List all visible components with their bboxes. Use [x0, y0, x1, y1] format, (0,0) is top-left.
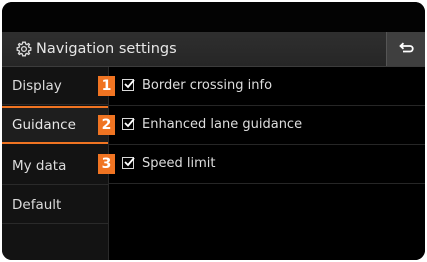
gear-icon: [16, 41, 32, 57]
sidebar-item-my-data[interactable]: My data: [2, 147, 108, 185]
navigation-settings-screen: Navigation settings Display Guidance My …: [2, 2, 425, 260]
sidebar-item-label: My data: [12, 158, 67, 174]
option-border-crossing-info[interactable]: 1 Border crossing info: [98, 67, 425, 106]
sidebar: Display Guidance My data Default: [2, 67, 109, 260]
sidebar-item-default[interactable]: Default: [2, 186, 108, 224]
option-speed-limit[interactable]: 3 Speed limit: [98, 145, 425, 184]
guidance-options-list: 1 Border crossing info 2 Enhanced lane g…: [98, 67, 425, 260]
callout-number-badge: 2: [98, 115, 115, 135]
page-title: Navigation settings: [36, 41, 177, 57]
option-label: Border crossing info: [142, 78, 273, 93]
checkbox[interactable]: [122, 118, 135, 130]
sidebar-item-label: Default: [12, 197, 62, 213]
option-label: Enhanced lane guidance: [142, 117, 303, 132]
status-bar: [2, 2, 425, 32]
checkmark-icon: [124, 118, 135, 128]
sidebar-item-label: Display: [12, 78, 62, 94]
back-button[interactable]: [386, 32, 425, 66]
sidebar-item-display[interactable]: Display: [2, 67, 108, 105]
option-enhanced-lane-guidance[interactable]: 2 Enhanced lane guidance: [98, 106, 425, 145]
checkmark-icon: [124, 79, 135, 89]
checkbox[interactable]: [122, 79, 135, 91]
return-arrow-icon: [399, 42, 414, 53]
callout-number-badge: 3: [98, 154, 115, 174]
option-label: Speed limit: [142, 156, 216, 171]
callout-number-badge: 1: [98, 76, 115, 96]
sidebar-item-label: Guidance: [12, 117, 76, 133]
checkbox[interactable]: [122, 157, 135, 169]
checkmark-icon: [124, 157, 135, 167]
header-bar: Navigation settings: [2, 32, 425, 67]
sidebar-item-guidance[interactable]: Guidance: [2, 106, 108, 144]
